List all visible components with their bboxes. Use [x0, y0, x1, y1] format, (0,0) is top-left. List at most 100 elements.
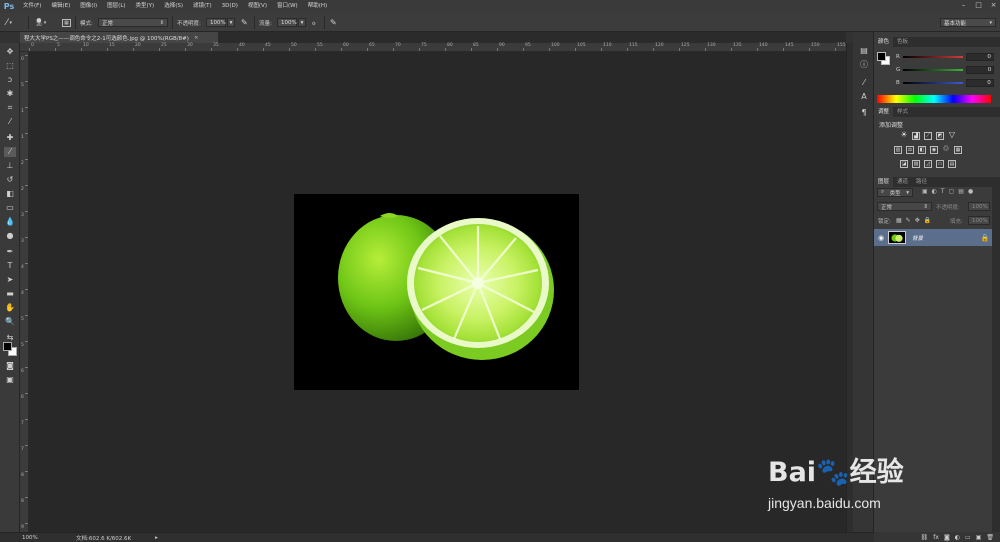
lock-transparency-icon[interactable]: ▦ — [896, 217, 902, 224]
menu-item[interactable]: 滤镜(T) — [188, 0, 217, 13]
levels-icon[interactable]: ▟ — [912, 132, 920, 140]
tab-swatches[interactable]: 色板 — [893, 37, 912, 47]
color-lookup-icon[interactable]: ▦ — [954, 146, 962, 154]
mode-select[interactable]: 正常 ⇕ — [98, 18, 168, 27]
eraser-tool-icon[interactable]: ◧ — [4, 189, 16, 199]
eyedropper-tool-icon[interactable]: ⁄ — [4, 117, 16, 127]
menu-item[interactable]: 选择(S) — [159, 0, 188, 13]
smart-object-filter-icon[interactable]: ▤ — [958, 188, 964, 195]
screen-mode-icon[interactable]: ▣ — [4, 375, 16, 385]
channel-mixer-icon[interactable]: ♲ — [942, 145, 950, 154]
black-white-icon[interactable]: ◧ — [918, 146, 926, 154]
channel-value-input[interactable]: 0 — [965, 52, 994, 61]
channel-slider[interactable] — [903, 68, 964, 71]
crop-tool-icon[interactable]: ⌗ — [4, 103, 16, 113]
close-icon[interactable]: × — [194, 35, 199, 41]
minimize-icon[interactable]: – — [959, 1, 968, 10]
pressure-size-toggle[interactable]: ✎ — [330, 17, 337, 28]
history-panel-icon[interactable]: ▤ — [859, 46, 869, 56]
dodge-tool-icon[interactable]: ● — [4, 231, 16, 241]
delete-layer-icon[interactable]: 🗑 — [986, 534, 994, 541]
photo-filter-icon[interactable]: ◉ — [930, 146, 938, 154]
quick-selection-tool-icon[interactable]: ✱ — [4, 89, 16, 99]
brush-tool-icon[interactable]: ⁄ — [4, 147, 16, 157]
menu-item[interactable]: 3D(D) — [217, 0, 243, 13]
new-group-icon[interactable]: ▭ — [965, 534, 971, 541]
zoom-level[interactable]: 100% — [0, 535, 40, 541]
pressure-opacity-toggle[interactable]: ✎ — [241, 17, 248, 28]
channel-value-input[interactable]: 0 — [965, 78, 994, 87]
layer-filter-select[interactable]: ⌕ 类型 ▾ — [877, 188, 913, 197]
lock-all-icon[interactable]: 🔒 — [924, 217, 931, 224]
adjustment-filter-icon[interactable]: ◐ — [932, 188, 937, 195]
healing-brush-tool-icon[interactable]: ✚ — [4, 133, 16, 143]
layer-row-background[interactable]: ◉ 背景 🔒 — [874, 229, 992, 246]
new-layer-icon[interactable]: ▣ — [976, 534, 982, 541]
type-tool-icon[interactable]: T — [4, 261, 16, 271]
workspace-select[interactable]: 基本功能 ▾ — [940, 18, 996, 27]
document-image[interactable] — [294, 194, 579, 390]
status-menu-arrow[interactable]: ▸ — [155, 535, 158, 541]
foreground-color-swatch[interactable] — [3, 342, 12, 351]
tool-preset-picker[interactable]: ⁄ ▾ — [6, 17, 12, 28]
color-spectrum-bar[interactable] — [877, 95, 991, 103]
opacity-input[interactable]: 100% — [206, 18, 226, 27]
document-tab[interactable]: 程大大学PS之——调色命令之2-1可选颜色.jpg @ 100%(RGB/8#)… — [20, 32, 218, 43]
channel-slider[interactable] — [902, 81, 963, 84]
brush-size-picker[interactable]: ● 30 ▾ — [36, 17, 46, 28]
shape-filter-icon[interactable]: ▢ — [949, 188, 955, 195]
lasso-tool-icon[interactable]: ↄ — [4, 75, 16, 85]
hue-saturation-icon[interactable]: ▥ — [894, 146, 902, 154]
path-selection-tool-icon[interactable]: ➤ — [4, 275, 16, 285]
tab-styles[interactable]: 样式 — [893, 107, 912, 117]
blur-tool-icon[interactable]: 💧 — [4, 217, 16, 227]
clone-stamp-tool-icon[interactable]: ⊥ — [4, 161, 16, 171]
filter-toggle-icon[interactable]: ● — [968, 188, 973, 195]
tab-color[interactable]: 颜色 — [874, 37, 894, 47]
gradient-map-icon[interactable]: ▭ — [936, 160, 944, 168]
posterize-icon[interactable]: ▨ — [912, 160, 920, 168]
layer-style-icon[interactable]: fx — [933, 534, 939, 541]
flow-dropdown[interactable]: ▾ — [298, 18, 306, 27]
menu-item[interactable]: 编辑(E) — [46, 0, 75, 13]
channel-slider[interactable] — [902, 55, 963, 58]
type-filter-icon[interactable]: T — [941, 188, 945, 195]
tab-layers[interactable]: 图层 — [874, 177, 894, 187]
threshold-icon[interactable]: ◿ — [924, 160, 932, 168]
menu-item[interactable]: 视图(V) — [243, 0, 272, 13]
gradient-tool-icon[interactable]: ▭ — [4, 203, 16, 213]
lock-position-icon[interactable]: ✥ — [915, 217, 920, 224]
move-tool-icon[interactable]: ✥ — [4, 47, 16, 57]
layer-opacity-input[interactable]: 100% — [968, 202, 990, 211]
brightness-contrast-icon[interactable]: ☀ — [900, 131, 908, 140]
character-panel-icon[interactable]: A — [859, 92, 869, 102]
fill-input[interactable]: 100% — [968, 216, 990, 225]
channel-value-input[interactable]: 0 — [966, 65, 995, 74]
menu-item[interactable]: 类型(Y) — [131, 0, 160, 13]
paragraph-panel-icon[interactable]: ¶ — [859, 108, 869, 118]
opacity-dropdown[interactable]: ▾ — [227, 18, 235, 27]
info-panel-icon[interactable]: ⓘ — [859, 60, 869, 70]
maximize-icon[interactable]: □ — [974, 1, 983, 10]
zoom-tool-icon[interactable]: 🔍 — [4, 317, 16, 327]
pen-tool-icon[interactable]: ✒ — [4, 247, 16, 257]
airbrush-toggle[interactable]: ℴ — [312, 17, 316, 28]
vibrance-icon[interactable]: ▽ — [948, 131, 956, 140]
menu-item[interactable]: 帮助(H) — [303, 0, 332, 13]
layer-name[interactable]: 背景 — [912, 234, 978, 242]
menu-item[interactable]: 图像(I) — [75, 0, 102, 13]
blend-mode-select[interactable]: 正常 ⇕ — [877, 202, 932, 211]
history-brush-tool-icon[interactable]: ↺ — [4, 175, 16, 185]
selective-color-icon[interactable]: ▤ — [948, 160, 956, 168]
link-layers-icon[interactable]: ⛓ — [921, 534, 929, 541]
curves-icon[interactable]: ⟋ — [924, 132, 932, 140]
close-icon[interactable]: × — [989, 1, 998, 10]
marquee-tool-icon[interactable]: ⬚ — [4, 61, 16, 71]
tab-channels[interactable]: 通道 — [893, 177, 912, 187]
lock-pixels-icon[interactable]: ✎ — [906, 217, 911, 224]
menu-item[interactable]: 窗口(W) — [272, 0, 303, 13]
menu-item[interactable]: 图层(L) — [102, 0, 130, 13]
quick-mask-icon[interactable]: ◙ — [4, 361, 16, 371]
brush-panel-toggle[interactable]: ▦ — [62, 17, 71, 28]
new-adjustment-icon[interactable]: ◐ — [955, 534, 960, 541]
